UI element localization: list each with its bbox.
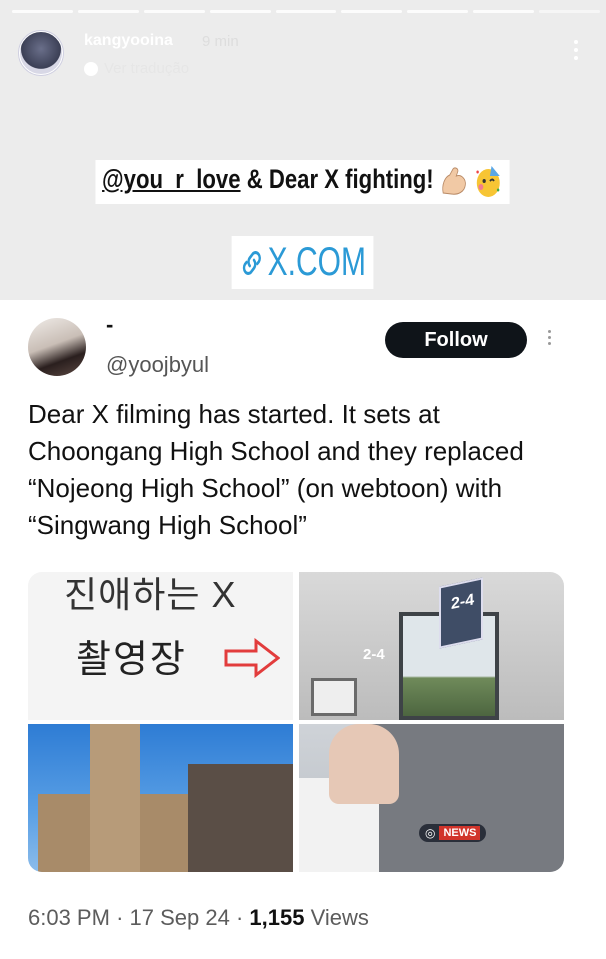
progress-segment bbox=[77, 10, 139, 13]
post-date: 17 Sep 24 bbox=[129, 905, 230, 930]
progress-segment bbox=[341, 10, 403, 13]
story-caption: @you_r_love & Dear X fighting! bbox=[0, 160, 606, 204]
sign-text-line2: 촬영장 bbox=[76, 639, 187, 681]
media-image-building[interactable] bbox=[28, 724, 293, 872]
media-grid: 진애하는 X 촬영장 2-4 2-4 ◎ NEWS bbox=[28, 572, 564, 872]
story-progress-bar bbox=[12, 10, 601, 13]
post-views-count: 1,155 bbox=[249, 905, 305, 930]
post-avatar[interactable] bbox=[28, 318, 86, 376]
embedded-post[interactable]: - @yoojbyul Follow Dear X filming has st… bbox=[0, 300, 606, 959]
story-time: 9 min bbox=[202, 33, 239, 50]
location-icon: ◎ bbox=[425, 826, 436, 840]
caption-text: & Dear X fighting! bbox=[240, 164, 434, 195]
room-sign-text: 2-4 bbox=[451, 591, 475, 614]
post-handle[interactable]: @yoojbyul bbox=[106, 352, 209, 378]
progress-segment bbox=[275, 10, 337, 13]
room-label: 2-4 bbox=[363, 646, 385, 663]
news-badge: ◎ NEWS bbox=[419, 824, 487, 842]
translate-icon bbox=[84, 61, 98, 76]
translate-label: Ver tradução bbox=[104, 60, 190, 77]
post-display-name: - bbox=[106, 312, 114, 337]
media-image-uniform[interactable]: ◎ NEWS bbox=[299, 724, 564, 872]
post-more-icon[interactable] bbox=[548, 330, 551, 345]
progress-segment bbox=[539, 10, 601, 13]
story-avatar[interactable] bbox=[18, 30, 64, 76]
post-meta: 6:03 PM · 17 Sep 24 · 1,155 Views bbox=[28, 905, 369, 930]
more-options-icon[interactable] bbox=[574, 40, 580, 60]
progress-segment bbox=[12, 10, 73, 13]
flexed-biceps-emoji bbox=[442, 167, 466, 195]
link-icon bbox=[243, 250, 262, 275]
translate-link[interactable]: Ver tradução bbox=[84, 60, 189, 77]
post-time: 6:03 PM bbox=[28, 905, 110, 930]
post-views-label: Views bbox=[310, 905, 369, 930]
progress-segment bbox=[407, 10, 469, 13]
caption-mention[interactable]: @you_r_love bbox=[102, 164, 241, 194]
story-header: kangyooina 9 min Ver tradução bbox=[18, 30, 588, 80]
story-username[interactable]: kangyooina bbox=[84, 32, 173, 50]
media-image-classroom[interactable]: 2-4 2-4 bbox=[299, 572, 564, 720]
progress-segment bbox=[473, 10, 535, 13]
arrow-right-icon bbox=[224, 638, 280, 678]
media-image-sign[interactable]: 진애하는 X 촬영장 bbox=[28, 572, 293, 720]
partying-face-emoji bbox=[477, 166, 501, 197]
progress-segment bbox=[143, 10, 205, 13]
sign-text-line1: 진애하는 X bbox=[64, 574, 237, 615]
follow-button[interactable]: Follow bbox=[385, 322, 527, 358]
link-label: X.COM bbox=[268, 240, 367, 284]
progress-segment bbox=[209, 10, 271, 13]
link-sticker[interactable]: X.COM bbox=[0, 236, 606, 289]
post-text: Dear X filming has started. It sets at C… bbox=[28, 399, 524, 540]
